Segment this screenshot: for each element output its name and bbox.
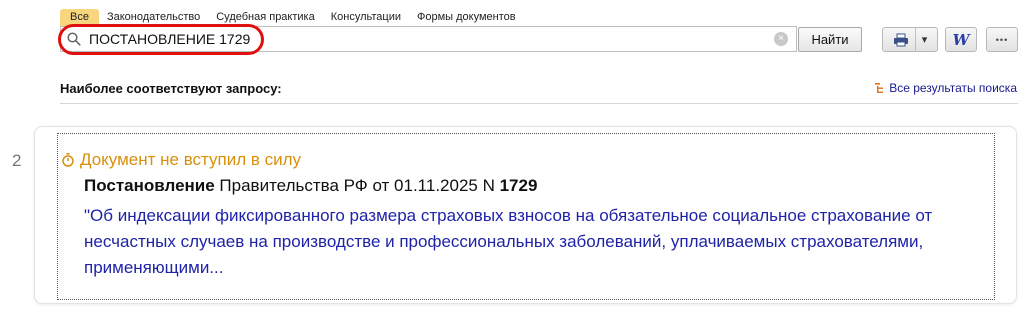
tab-court-practice[interactable]: Судебная практика [208, 9, 322, 26]
search-box: × [60, 26, 797, 52]
stopwatch-icon [62, 153, 74, 167]
all-results-link[interactable]: Все результаты поиска [875, 81, 1017, 95]
print-button[interactable]: ▾ [882, 27, 938, 52]
more-options-button[interactable]: ••• [986, 27, 1018, 52]
more-icon: ••• [995, 34, 1009, 45]
word-icon: W [952, 30, 970, 49]
chevron-down-icon[interactable]: ▾ [922, 33, 928, 46]
clear-search-icon[interactable]: × [774, 32, 788, 46]
document-status-label: Документ не вступил в силу [80, 150, 302, 169]
results-list-icon [875, 82, 884, 93]
document-type: Постановление [84, 176, 215, 195]
tab-document-forms[interactable]: Формы документов [409, 9, 524, 26]
divider [60, 103, 1018, 104]
results-heading: Наиболее соответствуют запросу: [60, 81, 282, 96]
document-title-link[interactable]: "Об индексации фиксированного размера ст… [84, 203, 964, 281]
search-scope-tabs: Все Законодательство Судебная практика К… [60, 9, 524, 26]
search-icon [67, 32, 81, 46]
export-to-word-button[interactable]: W [945, 27, 977, 52]
result-number: 2 [12, 151, 22, 170]
document-number: 1729 [499, 176, 538, 195]
search-input[interactable] [89, 29, 769, 49]
all-results-label[interactable]: Все результаты поиска [889, 81, 1017, 95]
document-info: Правительства РФ от 01.11.2025 N [214, 176, 500, 195]
find-button[interactable]: Найти [798, 27, 862, 52]
tab-consultations[interactable]: Консультации [323, 9, 409, 26]
printer-icon [893, 33, 908, 46]
tab-legislation[interactable]: Законодательство [99, 9, 208, 26]
document-heading[interactable]: Постановление Правительства РФ от 01.11.… [84, 176, 537, 196]
tab-all[interactable]: Все [60, 9, 99, 26]
document-status: Документ не вступил в силу [62, 150, 301, 170]
